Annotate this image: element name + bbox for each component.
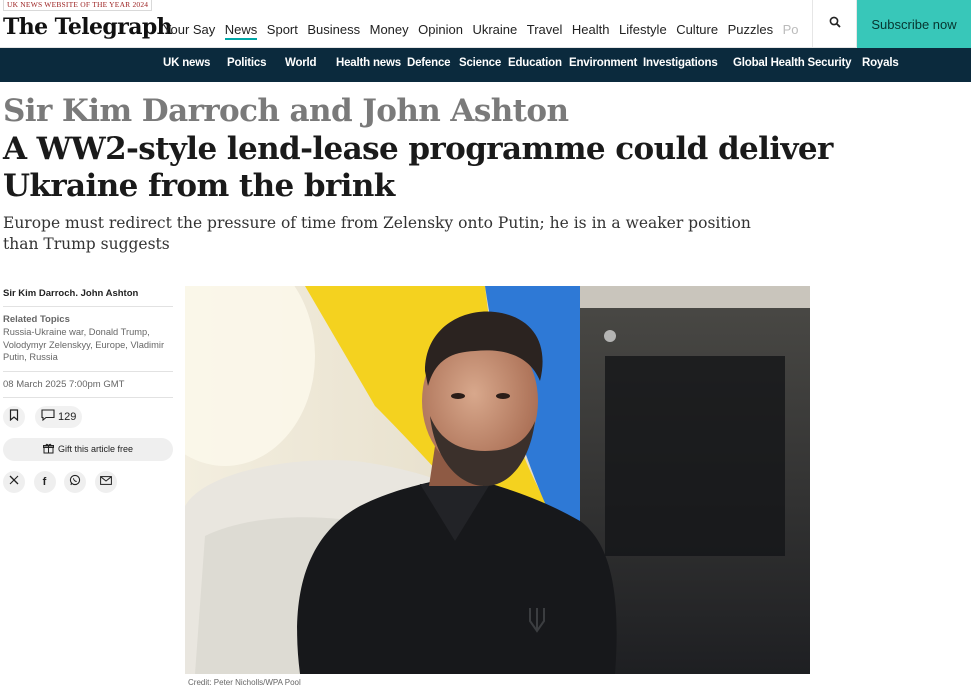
divider <box>3 396 173 398</box>
secnav-defence[interactable]: Defence <box>407 57 451 69</box>
bookmark-button[interactable] <box>3 405 25 428</box>
whatsapp-icon <box>69 474 81 489</box>
article-actions: 129 <box>3 405 173 428</box>
bookmark-icon <box>9 408 19 426</box>
search-icon <box>829 15 841 33</box>
nav-culture[interactable]: Culture <box>676 22 718 40</box>
subscribe-button[interactable]: Subscribe now <box>857 0 971 48</box>
top-header: UK NEWS WEBSITE OF THE YEAR 2024 The Tel… <box>0 0 971 48</box>
nav-ukraine[interactable]: Ukraine <box>472 22 517 40</box>
share-facebook-button[interactable]: f <box>33 470 56 493</box>
secondary-nav: UK news Politics World Health news Defen… <box>0 48 971 82</box>
search-button[interactable] <box>812 0 857 48</box>
secnav-politics[interactable]: Politics <box>227 57 267 69</box>
award-banner: UK NEWS WEBSITE OF THE YEAR 2024 <box>3 0 153 11</box>
divider <box>3 306 173 307</box>
nav-opinion[interactable]: Opinion <box>418 22 463 40</box>
nav-money[interactable]: Money <box>370 22 409 40</box>
secnav-uk-news[interactable]: UK news <box>163 57 210 69</box>
nav-health[interactable]: Health <box>572 22 610 40</box>
secnav-environment[interactable]: Environment <box>569 57 637 69</box>
related-topics-list[interactable]: Russia-Ukraine war, Donald Trump, Volody… <box>3 326 173 364</box>
secnav-health-news[interactable]: Health news <box>336 57 401 69</box>
comments-button[interactable]: 129 <box>35 405 83 428</box>
share-x-button[interactable] <box>3 470 25 493</box>
publish-date: 08 March 2025 7:00pm GMT <box>3 378 125 390</box>
secnav-global-health-security[interactable]: Global Health Security <box>733 57 852 69</box>
related-topics-heading: Related Topics <box>3 314 70 325</box>
nav-travel[interactable]: Travel <box>527 22 563 40</box>
nav-lifestyle[interactable]: Lifestyle <box>619 22 667 40</box>
article-standfirst: Europe must redirect the pressure of tim… <box>3 214 751 253</box>
comment-count: 129 <box>58 410 77 423</box>
nav-sport[interactable]: Sport <box>267 22 298 40</box>
article-lead-photo <box>185 286 810 674</box>
nav-business[interactable]: Business <box>307 22 360 40</box>
masthead-logo[interactable]: The Telegraph <box>3 14 173 40</box>
nav-your-say[interactable]: Your Say <box>163 22 215 40</box>
article-headline: A WW2-style lend-lease programme could d… <box>3 131 833 204</box>
gift-icon <box>42 443 58 456</box>
byline[interactable]: Sir Kim Darroch. John Ashton <box>3 288 173 299</box>
nav-puzzles[interactable]: Puzzles <box>728 22 774 40</box>
gift-label: Gift this article free <box>57 444 134 454</box>
secnav-science[interactable]: Science <box>459 57 501 69</box>
share-email-button[interactable] <box>94 470 117 493</box>
article-meta-column: Sir Kim Darroch. John Ashton Related Top… <box>3 288 173 493</box>
facebook-icon: f <box>42 475 47 488</box>
share-buttons: f <box>3 470 173 493</box>
secnav-investigations[interactable]: Investigations <box>643 57 718 69</box>
primary-nav: Your Say News Sport Business Money Opini… <box>163 22 808 40</box>
authors-title: Sir Kim Darroch and John Ashton <box>3 93 569 129</box>
secnav-world[interactable]: World <box>285 57 317 69</box>
comment-icon <box>41 409 58 424</box>
x-icon <box>9 475 19 488</box>
email-icon <box>99 475 112 488</box>
gift-article-button[interactable]: Gift this article free <box>3 437 173 461</box>
nav-politics-truncated[interactable]: Po <box>783 22 799 40</box>
divider <box>3 370 173 372</box>
share-whatsapp-button[interactable] <box>64 470 86 493</box>
photo-credit: Credit: Peter Nicholls/WPA Pool <box>188 678 301 687</box>
secnav-education[interactable]: Education <box>508 57 562 69</box>
nav-news[interactable]: News <box>224 22 258 40</box>
secnav-royals[interactable]: Royals <box>862 57 899 69</box>
